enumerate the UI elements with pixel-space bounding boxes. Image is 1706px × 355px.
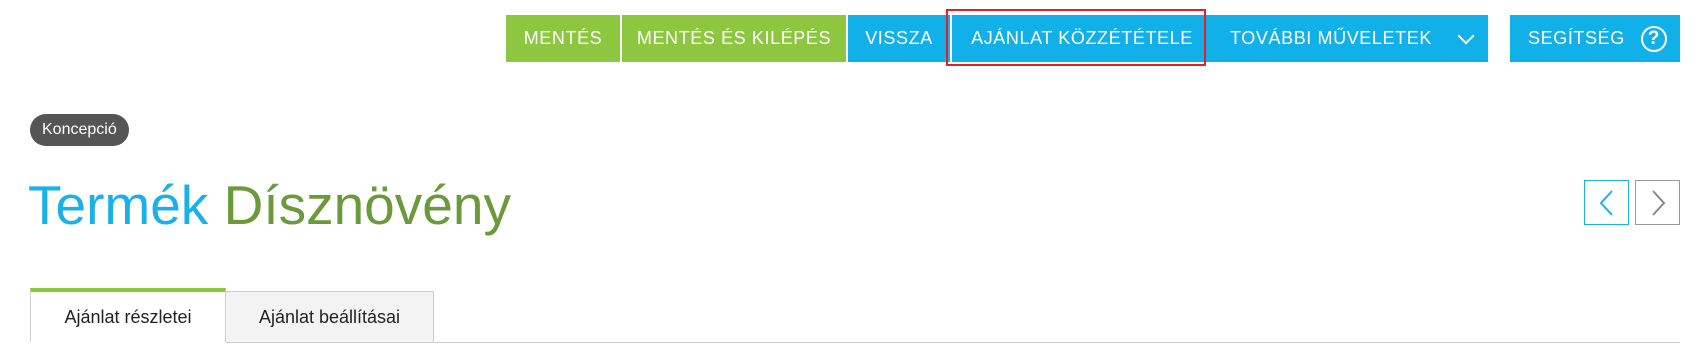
record-pager (1584, 180, 1680, 225)
action-toolbar: MENTÉS MENTÉS ÉS KILÉPÉS VISSZA AJÁNLAT … (506, 9, 1488, 66)
previous-button[interactable] (1584, 180, 1629, 225)
tab-offer-settings[interactable]: Ajánlat beállításai (226, 291, 434, 343)
help-label: SEGÍTSÉG (1528, 28, 1625, 48)
page: MENTÉS MENTÉS ÉS KILÉPÉS VISSZA AJÁNLAT … (0, 0, 1706, 355)
page-title-part2: Dísznövény (223, 174, 511, 236)
next-button[interactable] (1635, 180, 1680, 225)
back-button[interactable]: VISSZA (848, 15, 950, 62)
status-badge: Koncepció (30, 114, 129, 146)
chevron-right-icon (1651, 189, 1665, 216)
publish-offer-button[interactable]: AJÁNLAT KÖZZÉTÉTELE (946, 9, 1212, 66)
question-circle-icon: ? (1640, 25, 1667, 52)
save-and-exit-button[interactable]: MENTÉS ÉS KILÉPÉS (622, 15, 846, 62)
more-actions-label: TOVÁBBI MŰVELETEK (1230, 28, 1432, 48)
tab-bar: Ajánlat részletei Ajánlat beállításai (30, 288, 1680, 343)
publish-offer-label: AJÁNLAT KÖZZÉTÉTELE (971, 28, 1193, 48)
tab-offer-details[interactable]: Ajánlat részletei (30, 288, 226, 343)
save-button[interactable]: MENTÉS (506, 15, 620, 62)
more-actions-dropdown[interactable]: TOVÁBBI MŰVELETEK (1212, 15, 1488, 62)
chevron-down-icon (1457, 27, 1475, 44)
chevron-left-icon (1599, 189, 1613, 216)
help-button[interactable]: SEGÍTSÉG ? (1510, 15, 1680, 62)
page-title-part1: Termék (28, 174, 209, 236)
page-title: Termék Dísznövény (28, 172, 511, 238)
